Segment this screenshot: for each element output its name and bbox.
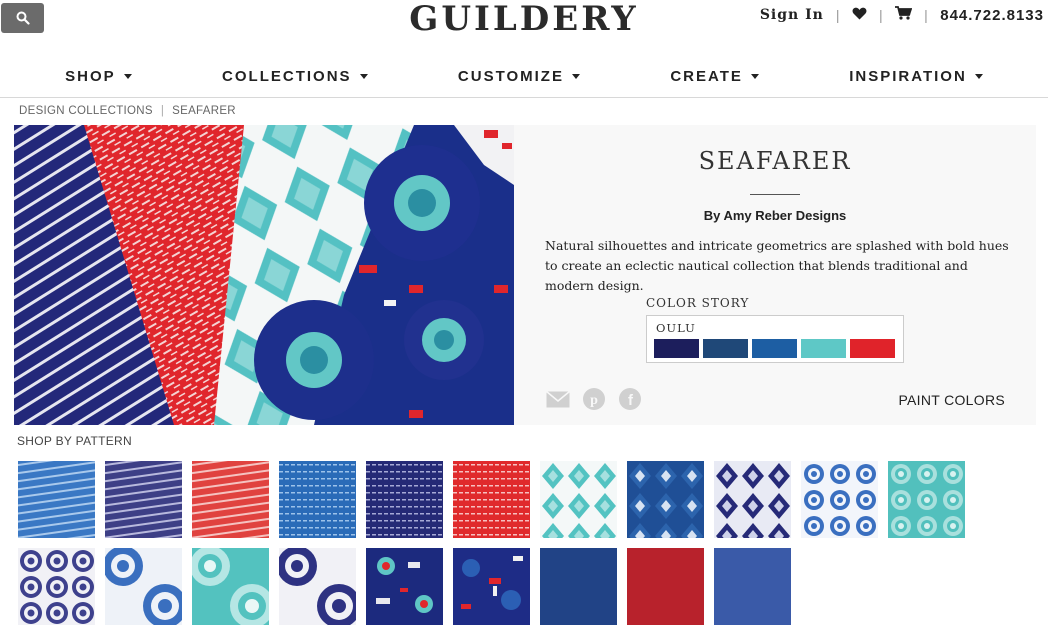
pattern-tile[interactable] [192, 461, 269, 538]
pattern-tile[interactable] [801, 461, 878, 538]
designer-credit[interactable]: By Amy Reber Designs [514, 208, 1036, 223]
pattern-tile[interactable] [366, 548, 443, 625]
pattern-tile[interactable] [714, 548, 791, 625]
palette-swatches [654, 339, 895, 358]
nav-label: INSPIRATION [849, 68, 967, 85]
pattern-tile[interactable] [279, 461, 356, 538]
caret-down-icon [359, 74, 368, 79]
cart-button[interactable] [895, 6, 913, 24]
collection-hero-image [14, 125, 514, 425]
shop-by-pattern-heading: SHOP BY PATTERN [17, 434, 132, 448]
collection-title: SEAFARER [698, 147, 852, 175]
cart-icon [895, 6, 913, 20]
pattern-tile[interactable] [366, 461, 443, 538]
color-story-label: COLOR STORY [646, 296, 750, 310]
nav-collections[interactable]: COLLECTIONS [222, 68, 368, 85]
pattern-tile[interactable] [105, 461, 182, 538]
divider: | [878, 7, 884, 23]
nav-label: CREATE [670, 68, 743, 85]
facebook-share-button[interactable]: f [618, 387, 642, 411]
email-share-button[interactable] [546, 387, 570, 411]
facebook-icon: f [619, 388, 641, 410]
nav-inspiration[interactable]: INSPIRATION [849, 68, 983, 85]
title-divider [750, 194, 800, 195]
sign-in-link[interactable]: Sign In [760, 7, 824, 23]
breadcrumb-seafarer[interactable]: SEAFARER [172, 105, 236, 117]
pattern-tile[interactable] [627, 548, 704, 625]
pattern-tile[interactable] [105, 548, 182, 625]
paint-colors-link[interactable]: PAINT COLORS [898, 392, 1005, 408]
pattern-tile[interactable] [540, 461, 617, 538]
breadcrumb-design-collections[interactable]: DESIGN COLLECTIONS [19, 105, 153, 117]
phone-number[interactable]: 844.722.8133 [940, 7, 1044, 24]
nav-label: SHOP [65, 68, 116, 85]
heart-icon [852, 7, 867, 20]
breadcrumb-separator: | [160, 105, 165, 117]
color-swatch[interactable] [850, 339, 895, 358]
main-nav: SHOP COLLECTIONS CUSTOMIZE CREATE INSPIR… [0, 56, 1048, 98]
svg-text:p: p [590, 393, 598, 408]
collection-description: Natural silhouettes and intricate geomet… [545, 238, 1009, 293]
header-utilities: Sign In | | | 844.722.8133 [760, 5, 1044, 25]
nav-label: COLLECTIONS [222, 68, 352, 85]
nav-label: CUSTOMIZE [457, 68, 564, 85]
color-swatch[interactable] [801, 339, 846, 358]
pattern-tile[interactable] [18, 461, 95, 538]
pattern-tile[interactable] [627, 461, 704, 538]
caret-down-icon [750, 74, 759, 79]
caret-down-icon [123, 74, 132, 79]
pattern-tile[interactable] [453, 461, 530, 538]
pattern-tile[interactable] [192, 548, 269, 625]
pinterest-icon: p [583, 388, 605, 410]
color-story-palette[interactable]: OULU [646, 315, 904, 363]
pinterest-share-button[interactable]: p [582, 387, 606, 411]
nav-shop[interactable]: SHOP [65, 68, 132, 85]
caret-down-icon [974, 74, 983, 79]
breadcrumb: DESIGN COLLECTIONS | SEAFARER [19, 105, 236, 117]
pattern-tile[interactable] [18, 548, 95, 625]
nav-create[interactable]: CREATE [670, 68, 759, 85]
share-links: p f [546, 387, 642, 411]
divider: | [924, 7, 929, 23]
color-swatch[interactable] [654, 339, 699, 358]
pattern-tile[interactable] [279, 548, 356, 625]
pattern-tile[interactable] [453, 548, 530, 625]
color-swatch[interactable] [703, 339, 748, 358]
palette-name: OULU [656, 321, 696, 335]
color-swatch[interactable] [752, 339, 797, 358]
pattern-tile[interactable] [714, 461, 791, 538]
pattern-tile[interactable] [888, 461, 965, 538]
collection-info-panel: SEAFARER By Amy Reber Designs Natural si… [514, 125, 1036, 425]
favorites-button[interactable] [852, 7, 867, 24]
pattern-tile[interactable] [540, 548, 617, 625]
divider: | [835, 7, 840, 23]
nav-customize[interactable]: CUSTOMIZE [458, 68, 580, 85]
email-icon [546, 390, 570, 407]
caret-down-icon [571, 74, 580, 79]
